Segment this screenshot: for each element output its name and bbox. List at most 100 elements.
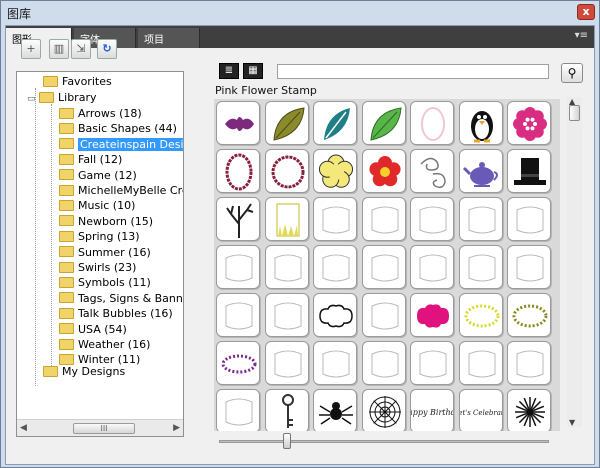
search-icon[interactable]: ⚲ xyxy=(561,63,583,83)
shape-tile-label-frame[interactable] xyxy=(216,245,260,289)
shape-tile-label-frame[interactable] xyxy=(458,341,503,385)
shape-tile-label-frame[interactable] xyxy=(507,245,551,289)
shape-tile-label-frame[interactable] xyxy=(313,341,357,385)
tab-menu-icon[interactable]: ▾≡ xyxy=(575,30,588,41)
delete-icon[interactable]: ▥ xyxy=(49,39,69,59)
shape-tile-label-frame[interactable] xyxy=(361,341,406,385)
scroll-left-icon[interactable]: ◀ xyxy=(20,423,27,433)
tree-node-category[interactable]: Createinspain Designs xyxy=(59,137,183,153)
tree-node-category[interactable]: Talk Bubbles (16) xyxy=(59,306,173,322)
grid-vertical-scrollbar[interactable]: ▲ ▼ xyxy=(567,97,582,427)
shape-tile-label-frame[interactable] xyxy=(410,197,454,241)
tree-node-category[interactable]: Swirls (23) xyxy=(59,260,136,276)
shape-tile-label-frame[interactable] xyxy=(458,197,503,241)
shape-tile-label-frame[interactable] xyxy=(361,197,406,241)
close-button[interactable]: x xyxy=(577,4,595,20)
grid-view-icon[interactable]: ▦ xyxy=(243,63,263,79)
tree-guide xyxy=(51,104,52,370)
folder-icon xyxy=(59,138,74,150)
shape-tile-label-frame[interactable] xyxy=(264,245,309,289)
shape-tile-swirl[interactable] xyxy=(410,149,454,193)
gallery-window: 图库 x 图形 字体 项目 ▾≡ + ▥ ⇲ ↻ Favorites ▭ Lib… xyxy=(0,0,600,468)
shape-tile-pink-oval-frame[interactable] xyxy=(410,101,454,145)
shape-tile-key[interactable] xyxy=(264,389,309,431)
shape-tile-cloud-label[interactable] xyxy=(313,293,357,337)
tree-node-category[interactable]: Game (12) xyxy=(59,168,137,184)
tree-node-category[interactable]: Spring (13) xyxy=(59,229,140,245)
shape-tile-label-frame[interactable] xyxy=(410,245,454,289)
shape-tile-lets-celebrate-text[interactable]: let's Celebrate xyxy=(458,389,503,431)
shape-tile-starburst[interactable] xyxy=(507,389,551,431)
new-folder-icon[interactable]: + xyxy=(21,39,41,59)
shape-tile-magenta-splat[interactable] xyxy=(410,293,454,337)
folder-icon xyxy=(59,276,74,288)
tree-node-category[interactable]: Tags, Signs & Banners xyxy=(59,291,183,307)
shape-tile-label-frame[interactable] xyxy=(361,293,406,337)
tree-horizontal-scrollbar[interactable]: ◀ III ▶ xyxy=(17,419,183,436)
shape-tile-purple-flourish[interactable] xyxy=(216,101,260,145)
shape-tile-label-frame[interactable] xyxy=(361,245,406,289)
zoom-slider-track[interactable] xyxy=(219,440,549,443)
tree-node-favorites[interactable]: Favorites xyxy=(43,74,112,90)
shape-tile-spider[interactable] xyxy=(313,389,357,431)
shape-tile-label-frame[interactable] xyxy=(216,293,260,337)
shape-tile-yellow-dotted-oval[interactable] xyxy=(458,293,503,337)
shape-tile-purple-dotted-oval[interactable] xyxy=(216,341,260,385)
tree-node-label: Arrows (18) xyxy=(78,107,142,120)
scroll-thumb[interactable]: III xyxy=(73,423,135,434)
shape-tile-red-flower[interactable] xyxy=(361,149,406,193)
shape-tile-label-frame[interactable] xyxy=(264,293,309,337)
shape-tile-happy-birthday-text[interactable]: Happy Birthday xyxy=(410,389,454,431)
shape-tile-label-frame[interactable] xyxy=(313,245,357,289)
shape-tile-label-frame[interactable] xyxy=(410,341,454,385)
tree-node-category[interactable]: Weather (16) xyxy=(59,337,150,353)
tree-node-category[interactable]: Basic Shapes (44) xyxy=(59,121,177,137)
shape-tile-olive-leaf[interactable] xyxy=(264,101,309,145)
tree-node-label: Swirls (23) xyxy=(78,261,137,274)
shape-tile-olive-dotted-oval[interactable] xyxy=(507,293,551,337)
shape-tile-scalloped-oval-frame[interactable] xyxy=(216,149,260,193)
folder-icon xyxy=(59,307,74,319)
lets-celebrate-text: let's Celebrate xyxy=(460,409,503,417)
tree-node-category[interactable]: Music (10) xyxy=(59,198,135,214)
shape-tile-label-frame[interactable] xyxy=(313,197,357,241)
tree-node-library[interactable]: ▭ Library xyxy=(27,90,96,106)
tree-node-category[interactable]: MichelleMyBelle Creations xyxy=(59,183,183,199)
refresh-icon[interactable]: ↻ xyxy=(97,39,117,59)
folder-icon xyxy=(59,230,74,242)
shape-tile-teal-leaf[interactable] xyxy=(313,101,357,145)
search-input[interactable] xyxy=(277,64,549,79)
shape-tile-scalloped-circle-frame[interactable] xyxy=(264,149,309,193)
tree-node-my-designs[interactable]: My Designs xyxy=(43,364,125,380)
shape-tile-label-frame[interactable] xyxy=(264,341,309,385)
tree-node-category[interactable]: Newborn (15) xyxy=(59,214,153,230)
shape-tile-label-frame[interactable] xyxy=(507,341,551,385)
zoom-slider-thumb[interactable] xyxy=(283,433,291,449)
shape-tile-green-leaf[interactable] xyxy=(361,101,406,145)
folder-icon xyxy=(59,122,74,134)
list-view-icon[interactable]: ≣ xyxy=(219,63,239,79)
scroll-right-icon[interactable]: ▶ xyxy=(173,423,180,433)
shape-tile-spider-web[interactable] xyxy=(361,389,406,431)
tree-node-category[interactable]: USA (54) xyxy=(59,322,127,338)
shape-tile-label-frame[interactable] xyxy=(458,245,503,289)
import-icon[interactable]: ⇲ xyxy=(71,39,91,59)
tree-node-category[interactable]: Fall (12) xyxy=(59,152,122,168)
shape-tile-bare-tree[interactable] xyxy=(216,197,260,241)
tab-projects[interactable]: 项目 xyxy=(138,28,200,48)
shape-tile-teapot[interactable] xyxy=(458,149,503,193)
tree-node-category[interactable]: Summer (16) xyxy=(59,245,151,261)
shape-tile-yellow-grass-frame[interactable] xyxy=(264,197,309,241)
scroll-down-icon[interactable]: ▼ xyxy=(569,418,575,427)
collapse-icon[interactable]: ▭ xyxy=(27,94,36,104)
shape-tile-label-frame[interactable] xyxy=(507,197,551,241)
shape-tile-penguin[interactable] xyxy=(458,101,503,145)
tree-node-category[interactable]: Symbols (11) xyxy=(59,275,151,291)
scroll-thumb[interactable] xyxy=(569,105,580,121)
shape-tile-yellow-flower[interactable] xyxy=(313,149,357,193)
folder-icon xyxy=(59,169,74,181)
tree-node-category[interactable]: Arrows (18) xyxy=(59,106,142,122)
shape-tile-top-hat[interactable] xyxy=(507,149,551,193)
shape-tile-pink-flower-stamp[interactable] xyxy=(507,101,551,145)
shape-tile-label-frame[interactable] xyxy=(216,389,260,431)
